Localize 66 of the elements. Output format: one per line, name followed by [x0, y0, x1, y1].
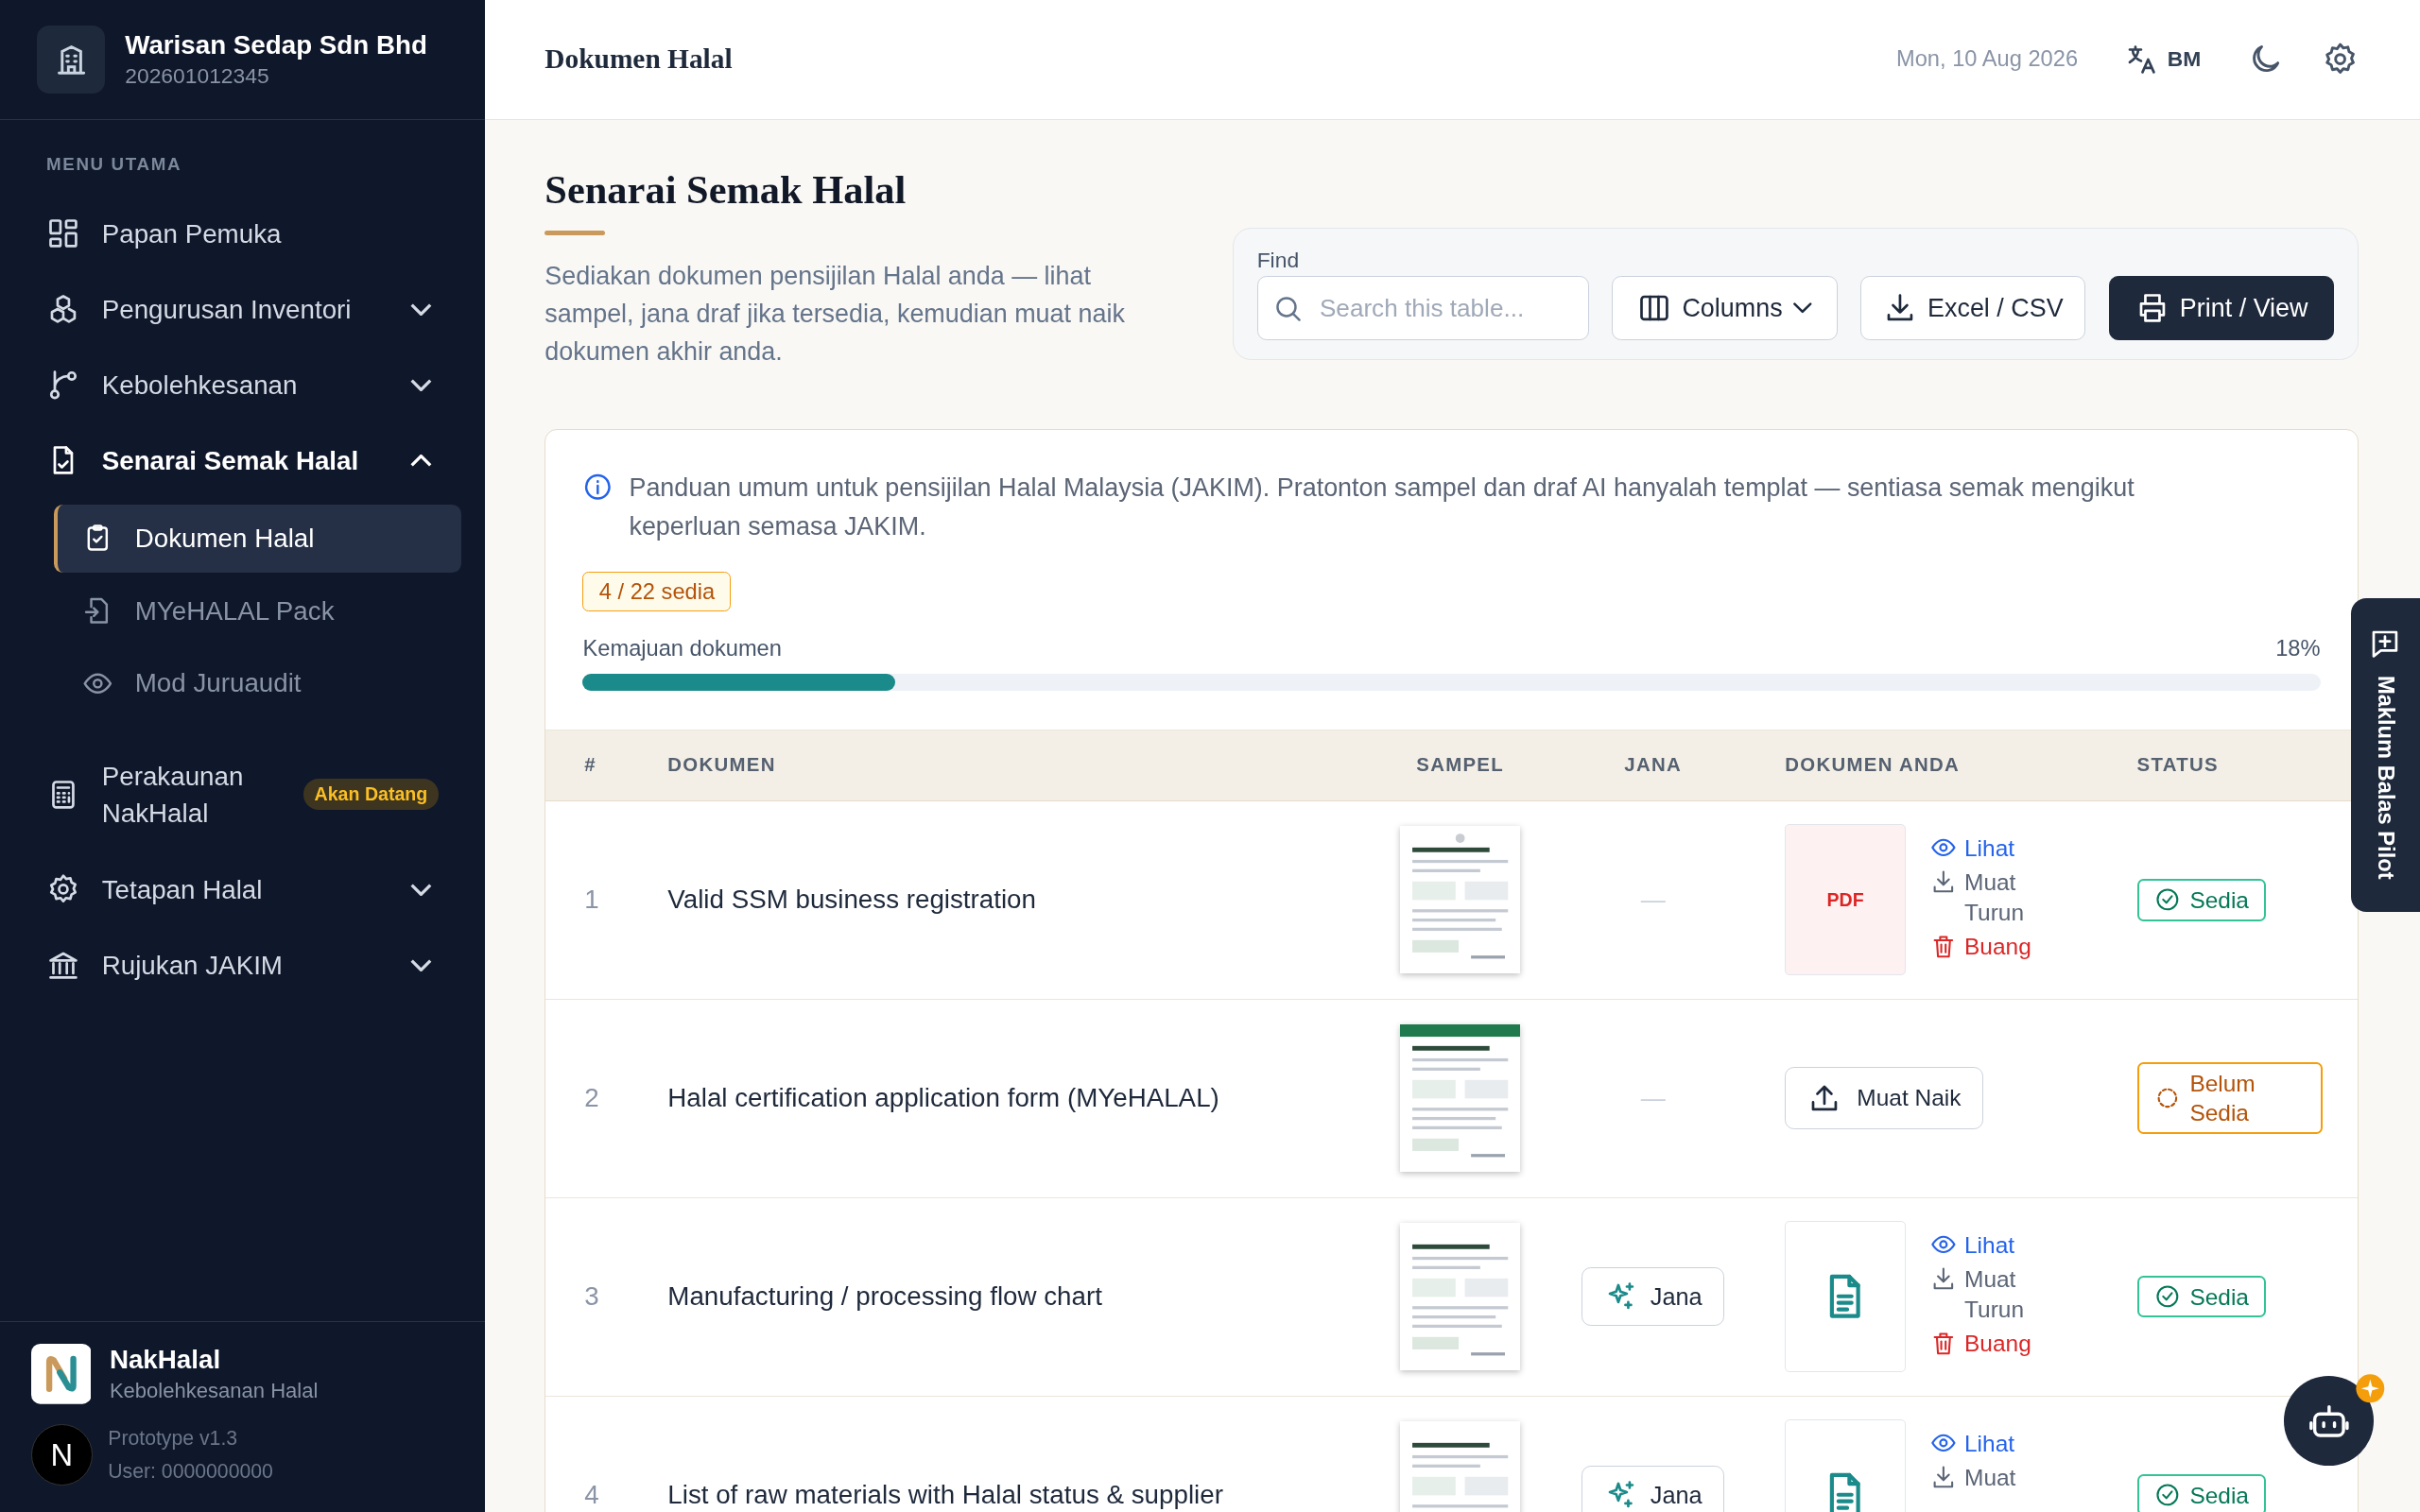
- page-description: Sediakan dokumen pensijilan Halal anda — lihat sampel, jana draf jika tersedia, kemudian muat naik dokumen akhir anda.: [544, 261, 1126, 368]
- download-link[interactable]: Muat Turun: [1930, 1263, 2042, 1326]
- feedback-tab[interactable]: Maklum Balas Pilot: [2350, 598, 2420, 912]
- view-link[interactable]: Lihat: [1930, 1229, 2042, 1262]
- row-number: 1: [584, 885, 600, 916]
- user-id-text: User: 0000000000: [108, 1458, 273, 1484]
- column-header: #: [584, 754, 597, 777]
- sidebar-item[interactable]: Pengurusan Inventori: [23, 271, 462, 348]
- status-badge: Belum Sedia: [2136, 1062, 2324, 1134]
- download-link[interactable]: Muat: [1930, 1462, 2042, 1494]
- sidebar-item[interactable]: Papan Pemuka: [23, 196, 462, 272]
- company-id: 202601012345: [125, 62, 270, 89]
- delete-link[interactable]: Buang: [1930, 932, 2042, 963]
- document-name: Valid SSM business registration: [667, 883, 1037, 916]
- coming-soon-badge: Akan Datang: [303, 779, 439, 811]
- page-heading: Dokumen Halal: [544, 43, 734, 76]
- generate-button[interactable]: Jana: [1581, 1466, 1725, 1512]
- delete-link[interactable]: Buang: [1930, 1329, 2042, 1360]
- search-field[interactable]: Search this table...: [1256, 275, 1589, 341]
- company-name: Warisan Sedap Sdn Bhd: [125, 29, 427, 60]
- document-name: Manufacturing / processing flow chart: [667, 1280, 1103, 1313]
- page-title: Senarai Semak Halal: [544, 165, 908, 213]
- pdf-file-thumbnail[interactable]: PDF: [1785, 823, 1906, 976]
- language-button[interactable]: BM: [2115, 41, 2210, 78]
- view-link[interactable]: Lihat: [1930, 1428, 2042, 1460]
- app-tagline: Kebolehkesanan Halal: [109, 1378, 319, 1403]
- dev-tools-button[interactable]: N: [30, 1423, 93, 1486]
- sidebar-item[interactable]: Kebolehkesanan: [23, 347, 462, 423]
- status-badge: Sedia: [2136, 878, 2267, 921]
- sidebar-item[interactable]: Perakaunan NakHalal Akan Datang: [23, 737, 462, 852]
- download-link[interactable]: Muat Turun: [1930, 867, 2042, 929]
- date-text: Mon, 10 Aug 2026: [1896, 46, 2079, 73]
- column-header: JANA: [1623, 754, 1684, 777]
- sidebar-item[interactable]: Tetapan Halal: [23, 851, 462, 928]
- print-button[interactable]: Print / View: [2108, 275, 2335, 341]
- view-link[interactable]: Lihat: [1930, 833, 2042, 865]
- progress-percent: 18%: [2275, 636, 2321, 662]
- submenu-item[interactable]: MYeHALAL Pack: [54, 576, 462, 645]
- column-header: SAMPEL: [1415, 754, 1506, 777]
- document-name: Halal certification application form (MYeHALAL): [667, 1081, 1220, 1114]
- status-badge: Sedia: [2136, 1473, 2267, 1512]
- empty-value: —: [1640, 885, 1666, 915]
- row-number: 3: [584, 1281, 600, 1313]
- document-name: List of raw materials with Halal status & supplier: [667, 1478, 1224, 1511]
- upload-button[interactable]: Muat Naik: [1785, 1067, 1984, 1129]
- app-name: NakHalal: [109, 1345, 222, 1376]
- section-label: MENU UTAMA: [44, 153, 183, 175]
- column-header: DOKUMEN ANDA: [1784, 754, 1962, 777]
- find-label: Find: [1256, 247, 1301, 273]
- row-number: 4: [584, 1480, 600, 1510]
- submenu-item[interactable]: Mod Juruaudit: [54, 649, 462, 718]
- empty-value: —: [1640, 1083, 1666, 1113]
- ready-count-badge: 4 / 22 sedia: [582, 572, 732, 612]
- column-header: STATUS: [2136, 754, 2220, 777]
- notice-text: Panduan umum untuk pensijilan Halal Malaysia (JAKIM). Pratonton sampel dan draf AI hanyalah templat — sentiasa semak mengikut keperluan semasa JAKIM.: [629, 472, 2135, 542]
- submenu-item[interactable]: Dokumen Halal: [54, 504, 462, 573]
- generate-button[interactable]: Jana: [1581, 1267, 1725, 1327]
- sidebar-item[interactable]: Senarai Semak Halal: [23, 422, 462, 499]
- export-button[interactable]: Excel / CSV: [1860, 275, 2086, 341]
- columns-button[interactable]: Columns: [1612, 275, 1838, 341]
- progress-label: Kemajuan dokumen: [582, 636, 782, 662]
- sidebar-item[interactable]: Rujukan JAKIM: [23, 927, 462, 1004]
- column-header: DOKUMEN: [667, 754, 777, 777]
- row-number: 2: [584, 1083, 600, 1114]
- version-text: Prototype v1.3: [108, 1426, 239, 1452]
- status-badge: Sedia: [2136, 1275, 2267, 1318]
